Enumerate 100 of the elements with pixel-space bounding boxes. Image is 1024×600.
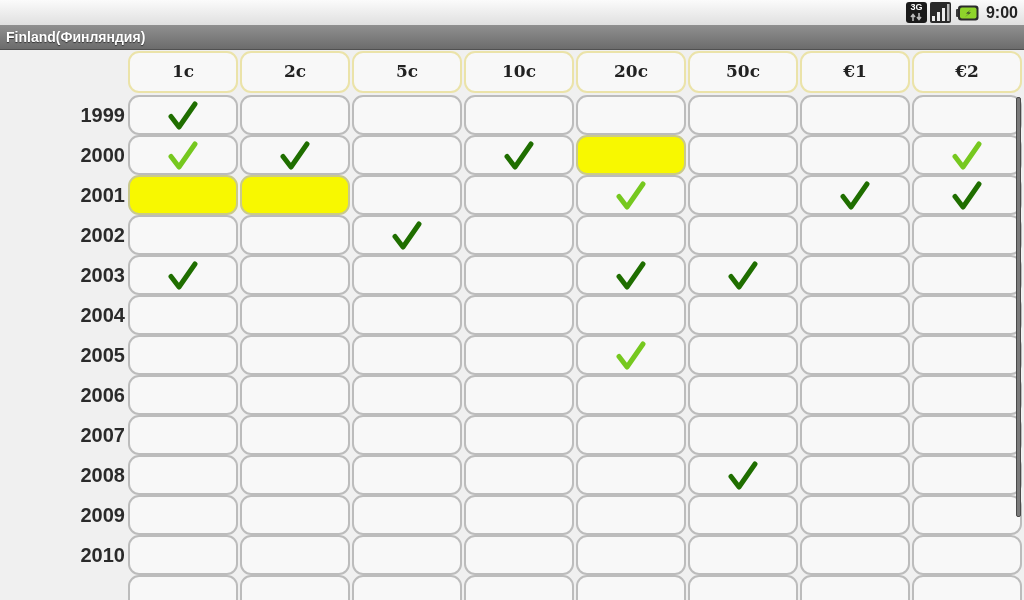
coin-cell[interactable] [800, 455, 910, 495]
coin-cell[interactable] [464, 215, 574, 255]
coin-cell[interactable] [688, 535, 798, 575]
coin-cell[interactable] [352, 215, 462, 255]
coin-cell[interactable] [464, 335, 574, 375]
coin-cell[interactable] [352, 495, 462, 535]
coin-cell[interactable] [688, 175, 798, 215]
coin-cell[interactable] [240, 495, 350, 535]
coin-cell[interactable] [576, 415, 686, 455]
coin-cell[interactable] [464, 375, 574, 415]
coin-cell[interactable] [912, 415, 1022, 455]
coin-cell[interactable] [352, 415, 462, 455]
coin-cell[interactable] [576, 175, 686, 215]
coin-cell[interactable] [352, 375, 462, 415]
coin-cell[interactable] [352, 535, 462, 575]
coin-cell[interactable] [576, 455, 686, 495]
coin-cell[interactable] [128, 175, 238, 215]
coin-cell[interactable] [800, 95, 910, 135]
coin-cell[interactable] [240, 95, 350, 135]
coin-cell[interactable] [576, 95, 686, 135]
coin-cell[interactable] [128, 535, 238, 575]
coin-cell[interactable] [464, 95, 574, 135]
coin-cell[interactable] [688, 255, 798, 295]
coin-cell[interactable] [800, 295, 910, 335]
coin-cell[interactable] [912, 455, 1022, 495]
coin-cell[interactable] [240, 295, 350, 335]
coin-cell[interactable] [352, 135, 462, 175]
column-header: 2c [240, 51, 350, 93]
coin-cell[interactable] [912, 175, 1022, 215]
coin-cell[interactable] [128, 295, 238, 335]
coin-cell[interactable] [128, 415, 238, 455]
coin-cell[interactable] [240, 335, 350, 375]
coin-cell[interactable] [576, 295, 686, 335]
coin-cell[interactable] [800, 215, 910, 255]
coin-cell[interactable] [912, 375, 1022, 415]
coin-cell[interactable] [576, 335, 686, 375]
coin-cell[interactable] [688, 215, 798, 255]
coin-cell[interactable] [800, 415, 910, 455]
coin-cell[interactable] [240, 135, 350, 175]
coin-cell[interactable] [688, 135, 798, 175]
coin-cell[interactable] [576, 135, 686, 175]
coin-cell[interactable] [912, 495, 1022, 535]
coin-cell[interactable] [352, 95, 462, 135]
coin-cell[interactable] [240, 415, 350, 455]
coin-cell[interactable] [912, 135, 1022, 175]
coin-cell[interactable] [464, 495, 574, 535]
coin-cell[interactable] [352, 175, 462, 215]
coin-cell[interactable] [352, 295, 462, 335]
coin-cell[interactable] [688, 335, 798, 375]
coin-cell[interactable] [912, 255, 1022, 295]
coin-cell[interactable] [688, 495, 798, 535]
coin-cell[interactable] [240, 535, 350, 575]
coin-cell[interactable] [912, 295, 1022, 335]
coin-cell[interactable] [352, 335, 462, 375]
coin-cell[interactable] [128, 495, 238, 535]
year-label: 2002 [80, 225, 125, 245]
coin-cell[interactable] [688, 375, 798, 415]
coin-cell[interactable] [128, 255, 238, 295]
coin-cell[interactable] [128, 95, 238, 135]
coin-cell[interactable] [240, 255, 350, 295]
coin-cell[interactable] [464, 535, 574, 575]
coin-cell[interactable] [464, 135, 574, 175]
coin-cell[interactable] [800, 255, 910, 295]
coin-cell[interactable] [128, 135, 238, 175]
coin-cell[interactable] [464, 175, 574, 215]
coin-cell[interactable] [800, 135, 910, 175]
coin-cell[interactable] [912, 95, 1022, 135]
coin-cell[interactable] [688, 295, 798, 335]
coin-cell[interactable] [464, 455, 574, 495]
coin-cell[interactable] [240, 375, 350, 415]
coin-cell[interactable] [800, 375, 910, 415]
coin-cell[interactable] [576, 375, 686, 415]
coin-cell[interactable] [576, 535, 686, 575]
coin-cell[interactable] [464, 255, 574, 295]
coin-cell[interactable] [800, 535, 910, 575]
coin-cell[interactable] [688, 95, 798, 135]
coin-cell[interactable] [576, 255, 686, 295]
coin-cell[interactable] [576, 495, 686, 535]
coin-cell[interactable] [800, 175, 910, 215]
coin-cell[interactable] [128, 215, 238, 255]
coin-cell[interactable] [688, 455, 798, 495]
coin-cell[interactable] [240, 215, 350, 255]
coin-cell[interactable] [128, 335, 238, 375]
scrollbar-thumb[interactable] [1016, 97, 1021, 517]
coin-cell[interactable] [464, 295, 574, 335]
coin-cell[interactable] [800, 495, 910, 535]
coin-cell[interactable] [240, 455, 350, 495]
coin-cell[interactable] [912, 535, 1022, 575]
network-type-label: 3G [910, 3, 923, 12]
coin-cell[interactable] [912, 215, 1022, 255]
coin-cell[interactable] [240, 175, 350, 215]
coin-cell[interactable] [128, 375, 238, 415]
coin-cell[interactable] [800, 335, 910, 375]
coin-cell[interactable] [912, 335, 1022, 375]
coin-cell[interactable] [464, 415, 574, 455]
coin-cell[interactable] [128, 455, 238, 495]
coin-cell[interactable] [352, 455, 462, 495]
coin-cell[interactable] [352, 255, 462, 295]
coin-cell[interactable] [688, 415, 798, 455]
coin-cell[interactable] [576, 215, 686, 255]
